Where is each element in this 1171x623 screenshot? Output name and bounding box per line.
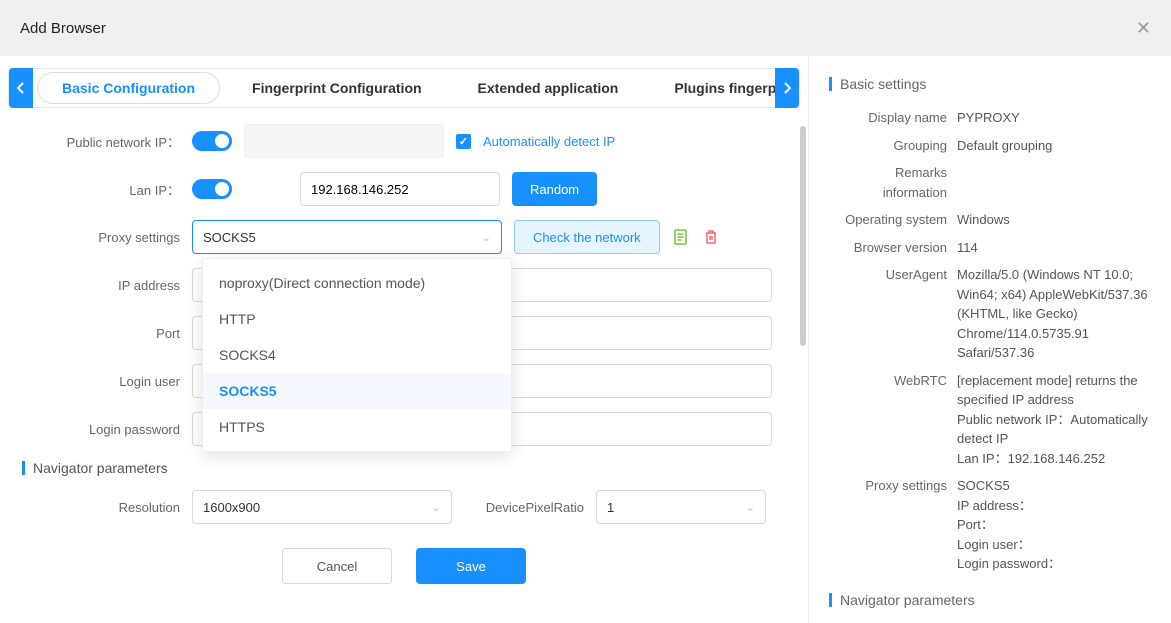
- lan-ip-label: Lan IP：: [8, 180, 192, 199]
- dpr-select[interactable]: 1 ⌄: [596, 490, 766, 524]
- public-ip-input[interactable]: [244, 124, 444, 158]
- r-proxy-label: Proxy settings: [829, 476, 957, 574]
- ip-address-label: IP address: [8, 278, 192, 293]
- r-proxy-value: SOCKS5 IP address： Port： Login user： Log…: [957, 476, 1151, 574]
- proxy-option-https[interactable]: HTTPS: [203, 409, 511, 445]
- lan-ip-toggle[interactable]: [192, 179, 232, 199]
- dpr-label: DevicePixelRatio: [464, 500, 584, 515]
- lan-ip-input[interactable]: [300, 172, 500, 206]
- tab-basic-configuration[interactable]: Basic Configuration: [37, 72, 220, 104]
- r-remarks-value: [957, 163, 1151, 202]
- r-os-value: Windows: [957, 210, 1151, 230]
- proxy-option-http[interactable]: HTTP: [203, 301, 511, 337]
- proxy-settings-label: Proxy settings: [8, 230, 192, 245]
- chevron-down-icon: ⌄: [746, 501, 755, 514]
- r-display-name-value: PYPROXY: [957, 108, 1151, 128]
- public-ip-toggle[interactable]: [192, 131, 232, 151]
- r-webrtc-label: WebRTC: [829, 371, 957, 469]
- cancel-button[interactable]: Cancel: [282, 548, 392, 584]
- basic-settings-title: Basic settings: [829, 76, 1151, 92]
- login-password-label: Login password: [8, 422, 192, 437]
- delete-icon[interactable]: [702, 228, 720, 246]
- auto-detect-label: Automatically detect IP: [483, 134, 615, 149]
- chevron-down-icon: ⌄: [482, 231, 491, 244]
- resolution-value: 1600x900: [203, 500, 260, 515]
- proxy-type-value: SOCKS5: [203, 230, 256, 245]
- r-navigator-title: Navigator parameters: [829, 592, 1151, 608]
- tabs-scroll-left[interactable]: [9, 68, 33, 108]
- r-bv-label: Browser version: [829, 238, 957, 258]
- r-bv-value: 114: [957, 238, 1151, 258]
- tabs-scroll-right[interactable]: [775, 68, 799, 108]
- tab-extended-application[interactable]: Extended application: [450, 69, 647, 107]
- auto-detect-checkbox[interactable]: ✓: [456, 134, 471, 149]
- resolution-select[interactable]: 1600x900 ⌄: [192, 490, 452, 524]
- r-os-label: Operating system: [829, 210, 957, 230]
- navigator-parameters-title: Navigator parameters: [22, 460, 800, 476]
- tab-plugins-fingerprint[interactable]: Plugins fingerprint: [646, 69, 775, 107]
- scrollbar[interactable]: [800, 126, 806, 346]
- proxy-option-socks4[interactable]: SOCKS4: [203, 337, 511, 373]
- port-label: Port: [8, 326, 192, 341]
- chevron-down-icon: ⌄: [432, 501, 441, 514]
- public-ip-label: Public network IP：: [8, 132, 192, 151]
- document-icon[interactable]: [672, 228, 690, 246]
- proxy-type-select[interactable]: SOCKS5 ⌄: [192, 220, 502, 254]
- random-button[interactable]: Random: [512, 172, 597, 206]
- r-ua-label: UserAgent: [829, 265, 957, 363]
- proxy-option-socks5[interactable]: SOCKS5: [203, 373, 511, 409]
- close-icon[interactable]: ✕: [1136, 18, 1151, 39]
- r-remarks-label: Remarks information: [829, 163, 957, 202]
- r-ua-value: Mozilla/5.0 (Windows NT 10.0; Win64; x64…: [957, 265, 1151, 363]
- tabs-bar: Basic Configuration Fingerprint Configur…: [8, 68, 800, 108]
- check-network-button[interactable]: Check the network: [514, 220, 660, 254]
- save-button[interactable]: Save: [416, 548, 526, 584]
- r-grouping-label: Grouping: [829, 136, 957, 156]
- proxy-option-noproxy[interactable]: noproxy(Direct connection mode): [203, 265, 511, 301]
- proxy-type-dropdown: noproxy(Direct connection mode) HTTP SOC…: [202, 258, 512, 452]
- r-display-name-label: Display name: [829, 108, 957, 128]
- dpr-value: 1: [607, 500, 614, 515]
- window-title: Add Browser: [20, 20, 106, 37]
- r-webrtc-value: [replacement mode] returns the specified…: [957, 371, 1151, 469]
- tab-fingerprint-configuration[interactable]: Fingerprint Configuration: [224, 69, 450, 107]
- r-grouping-value: Default grouping: [957, 136, 1151, 156]
- login-user-label: Login user: [8, 374, 192, 389]
- resolution-label: Resolution: [8, 500, 192, 515]
